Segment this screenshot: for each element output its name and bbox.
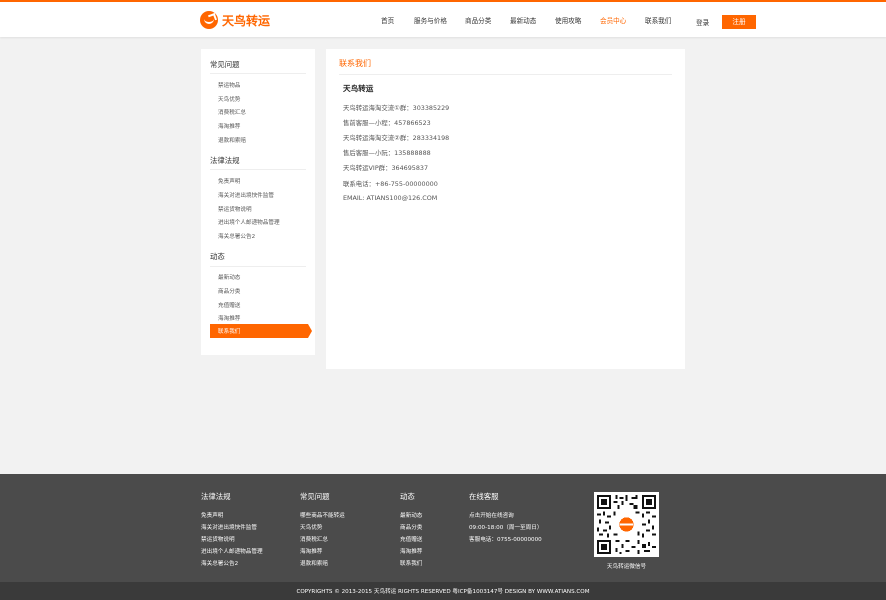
qr-caption: 天鸟转运微信号 xyxy=(606,564,647,570)
nav-services-pricing[interactable]: 服务与价格 xyxy=(414,15,447,29)
sidebar-group-title: 常见问题 xyxy=(210,60,240,69)
footer-link[interactable]: 海关总署公告2 xyxy=(201,559,238,567)
sidebar-item-label: 联系我们 xyxy=(218,329,241,335)
nav-home[interactable]: 首页 xyxy=(381,15,394,29)
divider xyxy=(210,169,306,170)
footer-link[interactable]: 天鸟优势 xyxy=(300,523,322,531)
sidebar-item[interactable]: 海淘推荐 xyxy=(218,122,240,130)
sidebar-group-title: 动态 xyxy=(210,252,225,261)
sidebar-item[interactable]: 免责声明 xyxy=(218,177,240,185)
sidebar-item[interactable]: 海淘推荐 xyxy=(218,314,240,322)
sidebar-item[interactable]: 进出境个人邮递物品管理 xyxy=(218,218,280,226)
footer-link[interactable]: 最新动态 xyxy=(400,511,422,519)
contact-line: 天鸟转运海淘交流①群：303385229 xyxy=(343,104,450,112)
footer-link[interactable]: 消费税汇总 xyxy=(300,535,328,543)
contact-line: 联系电话：+86-755-00000000 xyxy=(343,180,438,188)
sidebar-item[interactable]: 最新动态 xyxy=(218,273,240,281)
footer-link[interactable]: 海关对进出境快件监管 xyxy=(201,523,257,531)
sidebar-item[interactable]: 退款和索赔 xyxy=(218,136,246,144)
bird-logo-icon xyxy=(200,11,218,29)
logo-text: 天鸟转运 xyxy=(222,13,271,28)
login-link[interactable]: 登录 xyxy=(696,17,709,27)
service-hours: 09:00-18:00（周一至周日） xyxy=(469,525,543,531)
footer-link[interactable]: 海淘推荐 xyxy=(400,547,422,555)
copyright-bar: COPYRIGHTS © 2013-2015 天鸟转运 RIGHTS RESER… xyxy=(0,582,886,600)
sidebar-item[interactable]: 海关对进出境快件监管 xyxy=(218,191,274,199)
copyright-text: COPYRIGHTS © 2013-2015 天鸟转运 RIGHTS RESER… xyxy=(296,589,590,595)
sidebar-group-title: 法律法规 xyxy=(210,156,240,165)
service-phone: 客服电话：0755-00000000 xyxy=(469,537,542,543)
footer-link[interactable]: 充值赠送 xyxy=(400,535,422,543)
nav-categories[interactable]: 商品分类 xyxy=(465,15,491,29)
sidebar-item[interactable]: 海关总署公告2 xyxy=(218,232,255,240)
nav-news[interactable]: 最新动态 xyxy=(510,15,536,29)
footer: 法律法规 免责声明 海关对进出境快件监管 禁运货物说明 进出境个人邮递物品管理 … xyxy=(0,474,886,582)
nav-contact[interactable]: 联系我们 xyxy=(645,15,671,29)
company-name: 天鸟转运 xyxy=(343,84,374,93)
sidebar-item-contact-active[interactable]: 联系我们 xyxy=(210,324,312,338)
online-chat-link[interactable]: 点击开始在线咨询 xyxy=(469,511,514,519)
divider xyxy=(210,73,306,74)
top-header: 天鸟转运 首页 服务与价格 商品分类 最新动态 使用攻略 会员中心 联系我们 登… xyxy=(0,0,886,37)
footer-link[interactable]: 退款和索赔 xyxy=(300,559,328,567)
footer-link[interactable]: 禁运货物说明 xyxy=(201,535,235,543)
contact-line: 售前客服—小程：457866523 xyxy=(343,119,431,127)
footer-link[interactable]: 进出境个人邮递物品管理 xyxy=(201,547,263,555)
footer-link[interactable]: 商品分类 xyxy=(400,523,422,531)
footer-column-title: 常见问题 xyxy=(300,492,330,501)
sidebar-item[interactable]: 商品分类 xyxy=(218,287,240,295)
sidebar-item[interactable]: 禁运货物说明 xyxy=(218,205,252,213)
logo[interactable]: 天鸟转运 xyxy=(200,10,270,30)
footer-link[interactable]: 哪些商品不能转运 xyxy=(300,511,345,519)
divider xyxy=(210,266,306,267)
qr-code-icon xyxy=(597,495,656,554)
register-button[interactable]: 注册 xyxy=(722,15,756,29)
divider xyxy=(339,74,672,75)
nav-guide[interactable]: 使用攻略 xyxy=(555,15,581,29)
sidebar-item[interactable]: 天鸟优势 xyxy=(218,95,240,103)
contact-line: 售后客服—小阮：135888888 xyxy=(343,149,431,157)
footer-link[interactable]: 海淘推荐 xyxy=(300,547,322,555)
sidebar: 常见问题 禁运物品 天鸟优势 消费税汇总 海淘推荐 退款和索赔 法律法规 免责声… xyxy=(201,49,315,355)
wechat-qr-code xyxy=(594,492,659,557)
footer-link[interactable]: 联系我们 xyxy=(400,559,422,567)
sidebar-item[interactable]: 禁运物品 xyxy=(218,81,240,89)
footer-column-title: 法律法规 xyxy=(201,492,231,501)
nav-member-center[interactable]: 会员中心 xyxy=(600,15,626,29)
contact-line: 天鸟转运VIP群：364695837 xyxy=(343,164,429,172)
footer-link[interactable]: 免责声明 xyxy=(201,511,223,519)
footer-column-title: 在线客服 xyxy=(469,492,499,501)
page-title: 联系我们 xyxy=(339,59,371,68)
footer-column-title: 动态 xyxy=(400,492,415,501)
sidebar-item[interactable]: 充值赠送 xyxy=(218,301,240,309)
contact-line: EMAIL: ATIANS100@126.COM xyxy=(343,194,438,202)
contact-panel: 联系我们 天鸟转运 天鸟转运海淘交流①群：303385229 售前客服—小程：4… xyxy=(326,49,685,369)
sidebar-item[interactable]: 消费税汇总 xyxy=(218,108,246,116)
contact-line: 天鸟转运海淘交流②群：283334198 xyxy=(343,134,450,142)
